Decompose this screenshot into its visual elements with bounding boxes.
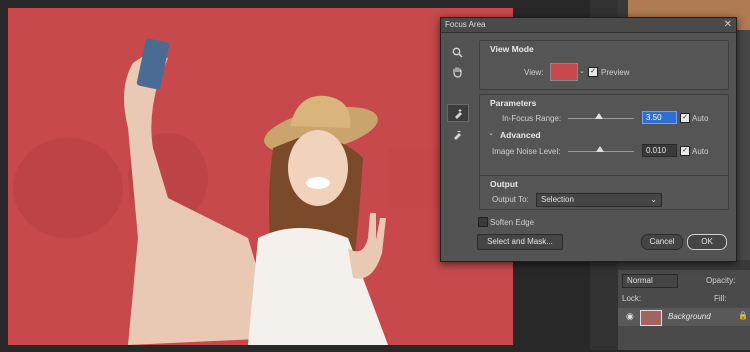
- layers-panel: Normal Opacity: Lock: Fill: ◉ Background…: [618, 270, 750, 350]
- dialog-toolbox: [445, 40, 473, 146]
- view-mode-section: View Mode View: ⌄ ✓ Preview: [479, 40, 729, 90]
- soften-edge-label: Soften Edge: [490, 218, 535, 227]
- in-focus-range-label: In-Focus Range:: [502, 114, 562, 123]
- advanced-heading[interactable]: Advanced: [500, 130, 541, 140]
- photo-with-focus-mask[interactable]: [8, 8, 513, 345]
- dialog-title: Focus Area: [445, 20, 486, 29]
- eye-icon[interactable]: ◉: [626, 311, 634, 322]
- chevron-down-icon[interactable]: ⌄: [579, 67, 585, 75]
- lock-icon: 🔒: [738, 311, 748, 320]
- layer-thumbnail: [640, 310, 662, 326]
- output-heading: Output: [490, 179, 518, 189]
- noise-auto-checkbox[interactable]: ✓: [680, 146, 690, 156]
- in-focus-range-thumb[interactable]: [595, 113, 603, 119]
- layer-row-background[interactable]: ◉ Background 🔒: [618, 308, 750, 326]
- blend-mode-select[interactable]: Normal: [622, 274, 678, 288]
- view-thumbnail[interactable]: [550, 63, 578, 81]
- opacity-label: Opacity:: [706, 276, 736, 285]
- chevron-down-icon: ⌄: [650, 195, 657, 204]
- noise-auto-label: Auto: [692, 147, 709, 156]
- view-label: View:: [524, 68, 544, 77]
- lock-label: Lock:: [622, 294, 642, 303]
- advanced-disclosure-icon[interactable]: ⌄: [488, 129, 494, 137]
- output-to-value: Selection: [541, 195, 574, 204]
- in-focus-range-input[interactable]: 3.50: [642, 111, 677, 124]
- fill-label: Fill:: [714, 294, 727, 303]
- hand-icon[interactable]: [447, 64, 467, 80]
- in-focus-range-slider[interactable]: [568, 113, 634, 119]
- subtract-focus-brush-icon[interactable]: [447, 126, 467, 142]
- noise-level-slider[interactable]: [568, 146, 634, 152]
- dialog-titlebar[interactable]: Focus Area ✕: [441, 18, 736, 33]
- view-mode-heading: View Mode: [490, 44, 534, 54]
- noise-level-input[interactable]: 0.010: [642, 144, 677, 157]
- in-focus-auto-checkbox[interactable]: ✓: [680, 113, 690, 123]
- cancel-button[interactable]: Cancel: [641, 234, 683, 250]
- layer-name: Background: [668, 312, 711, 321]
- parameters-section: Parameters In-Focus Range: 3.50 ✓ Auto ⌄…: [479, 94, 729, 182]
- selfie-photo-illustration: [8, 8, 513, 345]
- zoom-icon[interactable]: [447, 44, 467, 60]
- close-icon[interactable]: ✕: [724, 18, 732, 32]
- add-focus-brush-icon[interactable]: [447, 104, 469, 122]
- preview-label: Preview: [601, 68, 630, 77]
- in-focus-auto-label: Auto: [692, 114, 709, 123]
- ok-button[interactable]: OK: [687, 234, 727, 250]
- soften-edge-checkbox[interactable]: [478, 217, 488, 227]
- noise-level-label: Image Noise Level:: [492, 147, 561, 156]
- focus-area-dialog: Focus Area ✕ View Mode View: ⌄ ✓ Preview…: [440, 17, 737, 262]
- output-to-select[interactable]: Selection ⌄: [536, 193, 662, 207]
- noise-level-thumb[interactable]: [596, 146, 604, 152]
- parameters-heading: Parameters: [490, 98, 537, 108]
- output-section: Output Output To: Selection ⌄: [479, 175, 729, 210]
- preview-checkbox[interactable]: ✓: [588, 67, 598, 77]
- select-and-mask-button[interactable]: Select and Mask...: [477, 234, 563, 250]
- output-to-label: Output To:: [492, 195, 529, 204]
